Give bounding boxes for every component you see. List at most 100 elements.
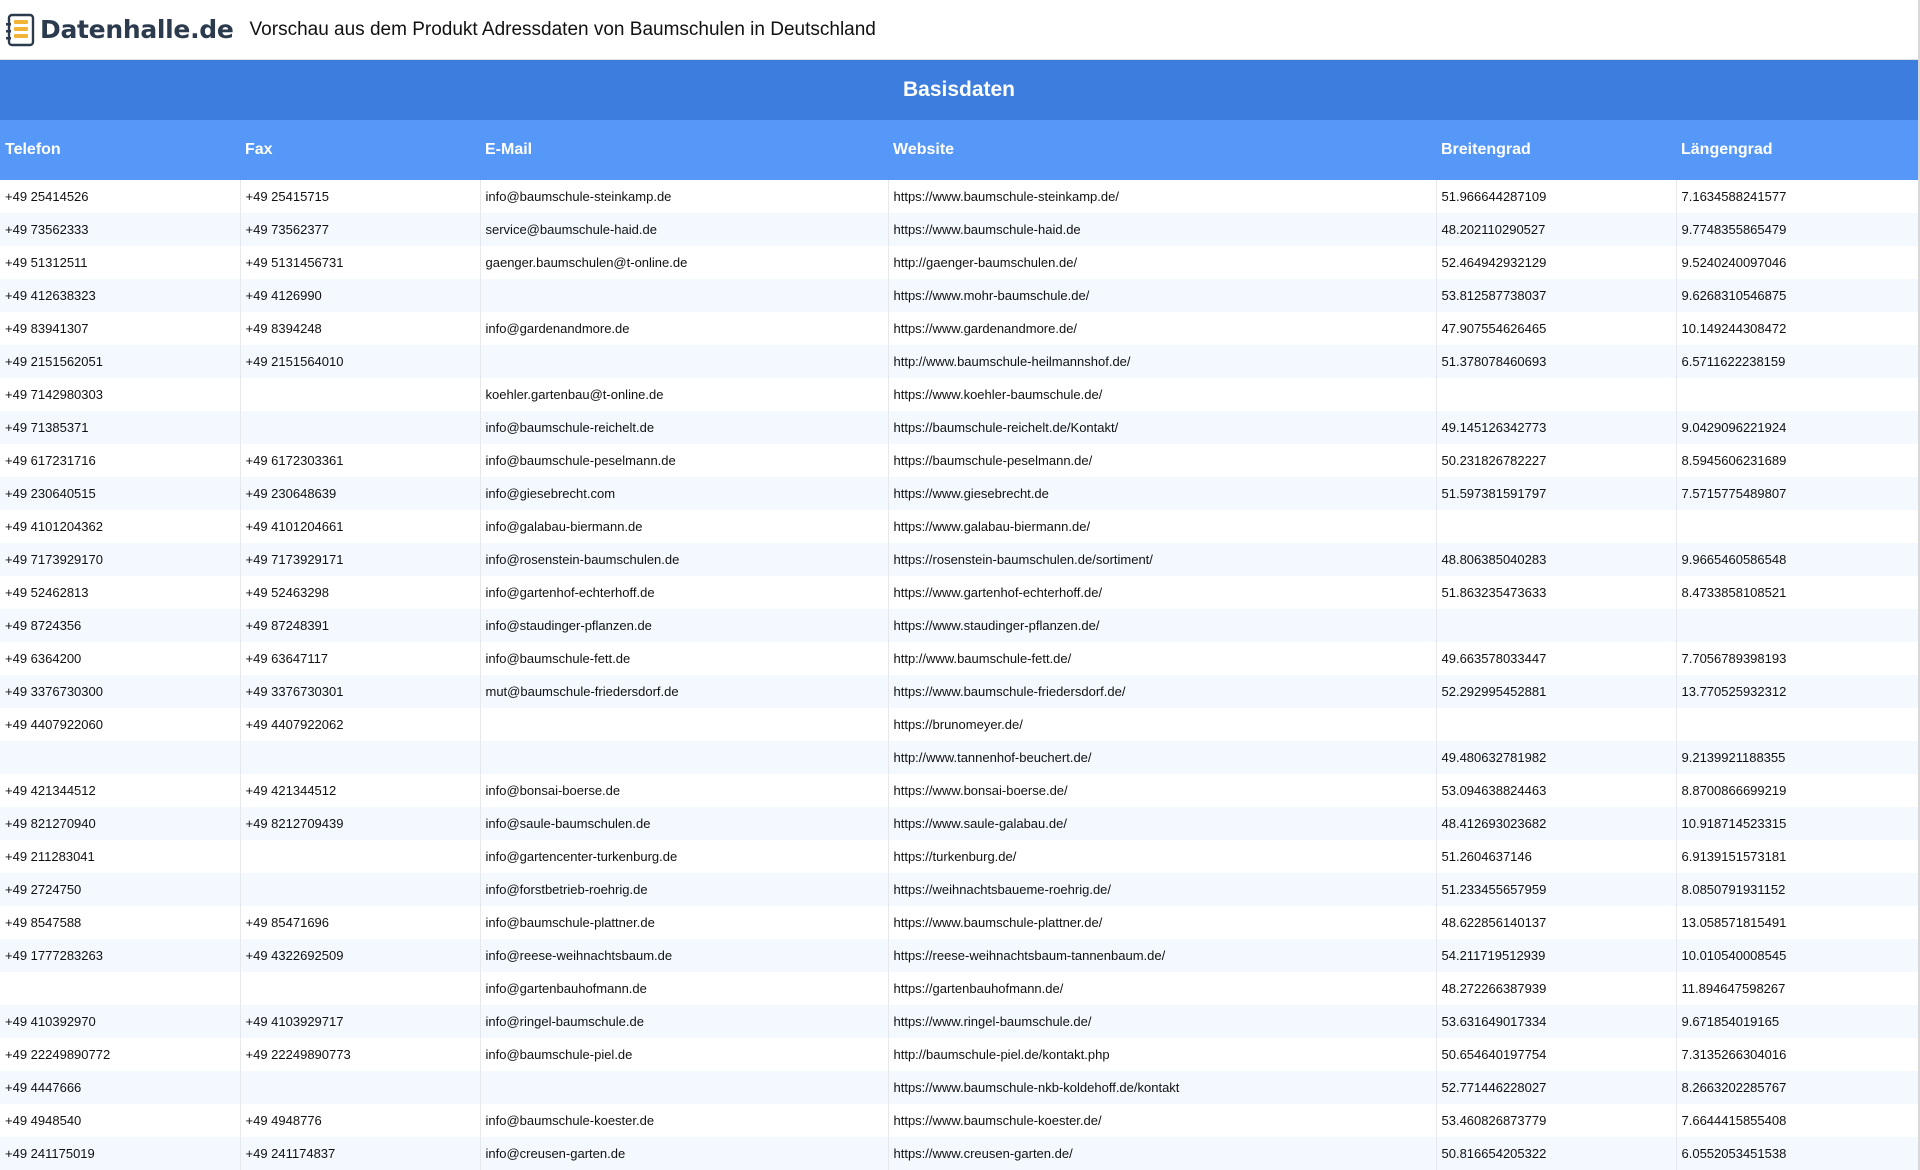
cell-email: info@saule-baumschulen.de <box>480 807 889 840</box>
cell-breitengrad: 51.863235473633 <box>1436 576 1677 609</box>
cell-fax <box>240 873 481 906</box>
cell-laengengrad: 6.9139151573181 <box>1676 840 1918 873</box>
cell-breitengrad <box>1436 609 1677 642</box>
table-row: +49 8547588 +49 85471696 info@baumschule-p… <box>0 906 1918 939</box>
cell-telefon: +49 83941307 <box>0 312 241 345</box>
table-row: info@gartenbauhofmann.de https://gartenba… <box>0 972 1918 1005</box>
table-row: +49 4447666 https://www.baumschule-nkb-ko… <box>0 1071 1918 1104</box>
cell-fax <box>240 972 481 1005</box>
cell-laengengrad: 9.5240240097046 <box>1676 246 1918 279</box>
cell-fax: +49 230648639 <box>240 477 481 510</box>
cell-website: https://www.giesebrecht.de <box>888 477 1437 510</box>
cell-telefon: +49 7142980303 <box>0 378 241 411</box>
cell-telefon: +49 412638323 <box>0 279 241 312</box>
table-row: +49 211283041 info@gartencenter-turkenbur… <box>0 840 1918 873</box>
cell-website: https://www.gardenandmore.de/ <box>888 312 1437 345</box>
table-row: +49 8724356 +49 87248391 info@staudinger-p… <box>0 609 1918 642</box>
cell-website: https://turkenburg.de/ <box>888 840 1437 873</box>
cell-laengengrad <box>1676 708 1918 741</box>
table-row: +49 83941307 +49 8394248 info@gardenandmor… <box>0 312 1918 345</box>
cell-breitengrad: 52.292995452881 <box>1436 675 1677 708</box>
cell-fax: +49 241174837 <box>240 1137 481 1170</box>
table-row: +49 7173929170 +49 7173929171 info@rosenst… <box>0 543 1918 576</box>
cell-telefon: +49 2151562051 <box>0 345 241 378</box>
cell-website: https://www.saule-galabau.de/ <box>888 807 1437 840</box>
cell-laengengrad <box>1676 609 1918 642</box>
cell-breitengrad: 54.211719512939 <box>1436 939 1677 972</box>
cell-fax: +49 4126990 <box>240 279 481 312</box>
cell-breitengrad: 50.654640197754 <box>1436 1038 1677 1071</box>
cell-email: service@baumschule-haid.de <box>480 213 889 246</box>
cell-breitengrad: 52.771446228027 <box>1436 1071 1677 1104</box>
cell-breitengrad: 48.622856140137 <box>1436 906 1677 939</box>
cell-fax <box>240 411 481 444</box>
cell-website: http://baumschule-piel.de/kontakt.php <box>888 1038 1437 1071</box>
table-row: +49 7142980303 koehler.gartenbau@t-online… <box>0 378 1918 411</box>
cell-laengengrad: 7.1634588241577 <box>1676 180 1918 213</box>
cell-website: http://gaenger-baumschulen.de/ <box>888 246 1437 279</box>
cell-website: https://www.baumschule-steinkamp.de/ <box>888 180 1437 213</box>
cell-telefon: +49 410392970 <box>0 1005 241 1038</box>
cell-laengengrad: 7.3135266304016 <box>1676 1038 1918 1071</box>
cell-website: http://www.baumschule-fett.de/ <box>888 642 1437 675</box>
cell-fax: +49 3376730301 <box>240 675 481 708</box>
cell-website: https://www.ringel-baumschule.de/ <box>888 1005 1437 1038</box>
datenhalle-logo[interactable]: Datenhalle.de <box>6 10 234 50</box>
section-title: Basisdaten <box>902 78 1016 101</box>
table-row: +49 1777283263 +49 4322692509 info@reese-w… <box>0 939 1918 972</box>
cell-telefon <box>0 741 241 774</box>
cell-breitengrad: 51.233455657959 <box>1436 873 1677 906</box>
cell-laengengrad: 7.7056789398193 <box>1676 642 1918 675</box>
cell-website: http://www.tannenhof-beuchert.de/ <box>888 741 1437 774</box>
cell-breitengrad: 49.145126342773 <box>1436 411 1677 444</box>
cell-website: https://baumschule-peselmann.de/ <box>888 444 1437 477</box>
cell-telefon: +49 22249890772 <box>0 1038 241 1071</box>
cell-website: https://reese-weihnachtsbaum-tannenbaum.… <box>888 939 1437 972</box>
table-row: +49 421344512 +49 421344512 info@bonsai-bo… <box>0 774 1918 807</box>
cell-telefon: +49 52462813 <box>0 576 241 609</box>
table-row: +49 412638323 +49 4126990 https://www.mohr… <box>0 279 1918 312</box>
cell-email <box>480 741 889 774</box>
cell-email: info@ringel-baumschule.de <box>480 1005 889 1038</box>
cell-website: https://www.baumschule-haid.de <box>888 213 1437 246</box>
cell-telefon: +49 71385371 <box>0 411 241 444</box>
cell-breitengrad <box>1436 378 1677 411</box>
table-row: +49 617231716 +49 6172303361 info@baumschu… <box>0 444 1918 477</box>
cell-fax: +49 25415715 <box>240 180 481 213</box>
cell-website: https://brunomeyer.de/ <box>888 708 1437 741</box>
cell-laengengrad: 11.894647598267 <box>1676 972 1918 1005</box>
cell-fax: +49 73562377 <box>240 213 481 246</box>
cell-laengengrad <box>1676 378 1918 411</box>
cell-breitengrad: 53.460826873779 <box>1436 1104 1677 1137</box>
cell-breitengrad: 49.480632781982 <box>1436 741 1677 774</box>
cell-website: https://www.creusen-garten.de/ <box>888 1137 1437 1170</box>
cell-laengengrad: 8.4733858108521 <box>1676 576 1918 609</box>
table-row: +49 73562333 +49 73562377 service@baumschu… <box>0 213 1918 246</box>
cell-fax: +49 4322692509 <box>240 939 481 972</box>
cell-breitengrad: 50.816654205322 <box>1436 1137 1677 1170</box>
cell-email: info@gartenhof-echterhoff.de <box>480 576 889 609</box>
cell-breitengrad <box>1436 510 1677 543</box>
cell-breitengrad: 51.597381591797 <box>1436 477 1677 510</box>
cell-fax: +49 7173929171 <box>240 543 481 576</box>
cell-email: info@giesebrecht.com <box>480 477 889 510</box>
cell-email: info@gartencenter-turkenburg.de <box>480 840 889 873</box>
cell-email: info@reese-weihnachtsbaum.de <box>480 939 889 972</box>
cell-telefon: +49 617231716 <box>0 444 241 477</box>
cell-telefon: +49 8724356 <box>0 609 241 642</box>
cell-fax: +49 5131456731 <box>240 246 481 279</box>
cell-website: https://rosenstein-baumschulen.de/sortim… <box>888 543 1437 576</box>
cell-laengengrad <box>1676 510 1918 543</box>
cell-website: https://www.gartenhof-echterhoff.de/ <box>888 576 1437 609</box>
cell-telefon: +49 4101204362 <box>0 510 241 543</box>
cell-email: info@baumschule-steinkamp.de <box>480 180 889 213</box>
table-row: +49 6364200 +49 63647117 info@baumschule-f… <box>0 642 1918 675</box>
cell-fax <box>240 378 481 411</box>
cell-fax: +49 4948776 <box>240 1104 481 1137</box>
cell-fax: +49 2151564010 <box>240 345 481 378</box>
top-bar: Datenhalle.de Vorschau aus dem Produkt A… <box>0 0 1920 60</box>
cell-telefon: +49 230640515 <box>0 477 241 510</box>
column-header-website: Website <box>888 120 1436 180</box>
table-row: http://www.tannenhof-beuchert.de/49.4806… <box>0 741 1918 774</box>
table-row: +49 230640515 +49 230648639 info@giesebrec… <box>0 477 1918 510</box>
